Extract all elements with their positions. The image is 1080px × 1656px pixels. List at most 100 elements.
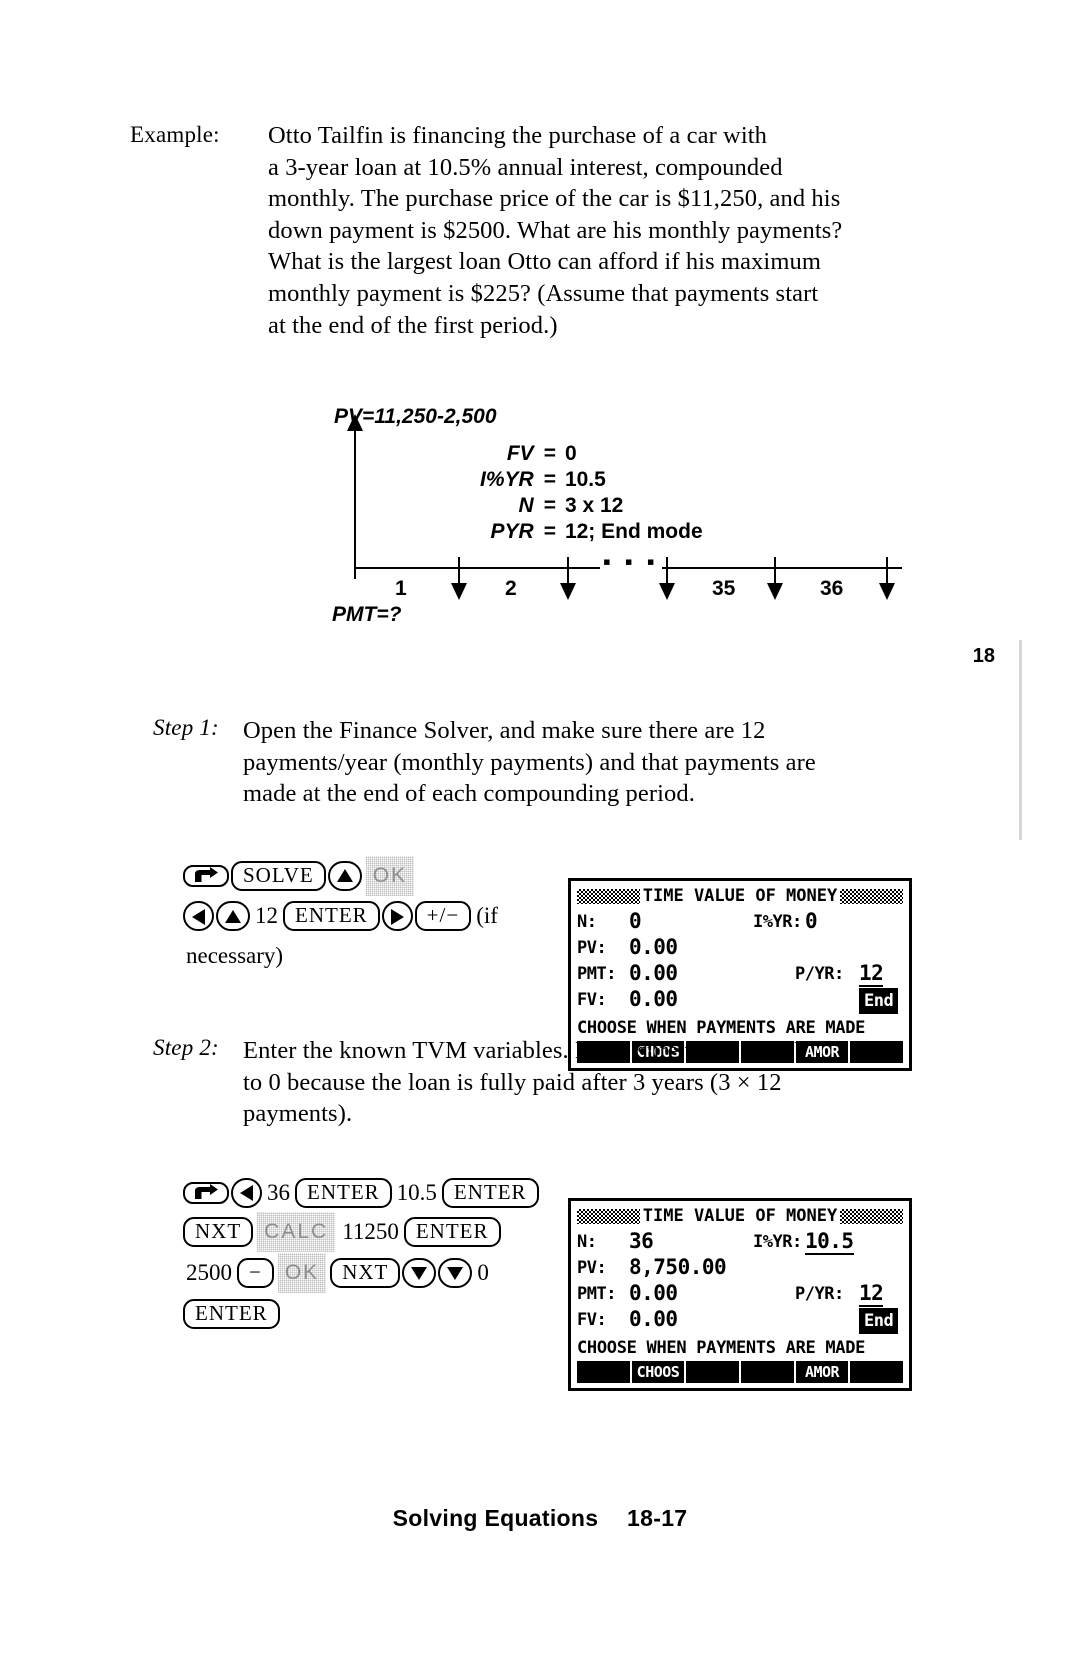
softkey-amor[interactable]: AMOR <box>795 1361 849 1383</box>
key-triangle-down[interactable] <box>402 1258 437 1289</box>
key-enter[interactable]: ENTER <box>403 1217 501 1248</box>
lcd2-row: N: 36 I%YR: 10.5 <box>577 1229 903 1255</box>
key-shift[interactable] <box>183 1181 229 1204</box>
key-triangle-right[interactable] <box>381 901 413 932</box>
lcd1-field-name: N: <box>577 912 597 932</box>
parameter-equals: = <box>543 520 556 543</box>
softkey-blank[interactable] <box>850 1361 904 1383</box>
keystroke-line: 2500− OK NXT 0 <box>182 1252 602 1293</box>
keystroke-value: 2500 <box>186 1260 232 1286</box>
payment-outflow-arrow-icon <box>560 557 576 600</box>
softkey-blank[interactable] <box>741 1361 794 1383</box>
key-triangle-up[interactable] <box>216 901 250 932</box>
example-label: Example: <box>130 122 220 147</box>
parameter-row: PYR = 12; End mode <box>480 519 703 545</box>
softkey-calc[interactable]: CALC <box>257 1212 335 1252</box>
cash-flow-diagram: PV=11,250-2,500 FV = 0 I%YR = 10.5 N = 3 x 12 PYR… <box>330 405 910 635</box>
triangle-up-icon <box>225 910 241 924</box>
lcd1-field-name: FV: <box>577 990 607 1010</box>
payment-outflow-arrow-icon <box>451 557 467 600</box>
lcd2-field-name: FV: <box>577 1310 607 1330</box>
lcd1-field-name: PMT: <box>577 964 616 984</box>
key-triangle-left[interactable] <box>183 901 214 932</box>
key-solve[interactable]: SOLVE <box>231 860 326 891</box>
parameter-row: I%YR = 10.5 <box>480 467 703 493</box>
hatch-fill-left-icon <box>577 1208 640 1224</box>
key-[interactable]: +/− <box>414 901 472 932</box>
calculator-display-2: TIME VALUE OF MONEY N: 36 I%YR: 10.5 PV: 8,75… <box>568 1198 912 1391</box>
softkey-blank[interactable] <box>686 1361 740 1383</box>
softkey-ok[interactable]: OK <box>278 1253 326 1293</box>
lcd2-field-value[interactable]: 0.00 <box>629 1281 678 1305</box>
page-footer: Solving Equations 18-17 <box>0 1505 1080 1532</box>
lcd1-field-value[interactable]: 0 <box>629 909 642 933</box>
key-enter[interactable]: ENTER <box>441 1177 539 1208</box>
step2-keystroke-sequence: 36 ENTER 10.5 ENTER NXT CALC 11250 ENTER 2500− OK… <box>182 1172 602 1331</box>
keystroke-value: 11250 <box>342 1219 399 1245</box>
parameter-value: 0 <box>564 442 577 465</box>
payment-outflow-arrow-icon <box>659 557 675 600</box>
step1-line: Open the Finance Solver, and make sure t… <box>243 717 766 744</box>
step2-line: Enter the known TVM variables. Make sure… <box>243 1037 813 1064</box>
step2-line: payments). <box>243 1100 353 1128</box>
lcd1-right-field-name: P/YR: <box>795 964 844 984</box>
key-nxt[interactable]: NXT <box>183 1217 254 1248</box>
lcd2-field-rows: N: 36 I%YR: 10.5 PV: 8,750.00 PMT: 0.00 P/YR: 12 F… <box>577 1229 903 1334</box>
parameter-name: FV <box>506 442 534 465</box>
shift-arrow-icon <box>195 1183 218 1199</box>
margin-tab-bar <box>1019 640 1022 840</box>
step2-line: to 0 because the loan is fully paid afte… <box>243 1068 782 1096</box>
lcd2-field-name: PMT: <box>577 1284 616 1304</box>
key-shift[interactable] <box>183 864 229 887</box>
keystroke-line: necessary) <box>182 935 582 975</box>
lcd2-field-value[interactable]: 0.00 <box>629 1307 678 1331</box>
lcd1-field-value[interactable]: 0.00 <box>629 935 678 959</box>
key-triangle-left[interactable] <box>231 1177 262 1208</box>
example-paragraph: Otto Tailfin is financing the purchase o… <box>268 120 968 341</box>
key-[interactable]: − <box>237 1258 274 1289</box>
lcd2-right-field-value[interactable]: End <box>859 1308 899 1334</box>
key-triangle-up[interactable] <box>327 860 362 891</box>
payment-outflow-arrow-icon <box>879 557 895 600</box>
key-enter[interactable]: ENTER <box>183 1298 280 1329</box>
lcd2-right-field-name: P/YR: <box>795 1284 844 1304</box>
softkey-ok[interactable]: OK <box>366 856 414 896</box>
lcd2-field-value[interactable]: 36 <box>629 1229 654 1253</box>
period-number: 2 <box>505 577 517 600</box>
keystroke-value: 10.5 <box>396 1179 437 1205</box>
lcd2-right-field-value[interactable]: 12 <box>859 1281 884 1307</box>
example-line: a 3-year loan at 10.5% annual interest, … <box>268 153 783 181</box>
key-enter[interactable]: ENTER <box>295 1177 392 1208</box>
lcd2-field-name: PV: <box>577 1258 607 1278</box>
lcd1-title-bar: TIME VALUE OF MONEY <box>577 885 903 907</box>
lcd2-field-value[interactable]: 8,750.00 <box>629 1255 727 1279</box>
example-line: down payment is $2500. What are his mont… <box>268 216 843 244</box>
lcd2-softkey-menu[interactable]: CHOOS AMOR <box>577 1361 904 1383</box>
softkey-blank[interactable] <box>577 1361 630 1383</box>
lcd1-row: PMT: 0.00 P/YR: 12 <box>577 961 903 987</box>
example-line: at the end of the first period.) <box>268 311 558 339</box>
lcd1-right-field-value[interactable]: 0 <box>805 909 818 933</box>
lcd2-right-field-name: I%YR: <box>753 1232 802 1252</box>
lcd1-right-field-name: I%YR: <box>753 912 802 932</box>
key-triangle-down[interactable] <box>438 1258 473 1289</box>
diagram-pmt-label: PMT=? <box>332 603 402 626</box>
parameter-row: FV = 0 <box>480 441 703 467</box>
key-nxt[interactable]: NXT <box>330 1258 401 1289</box>
parameter-value: 3 x 12 <box>564 494 624 517</box>
key-enter[interactable]: ENTER <box>283 901 380 932</box>
lcd2-row: PMT: 0.00 P/YR: 12 <box>577 1281 903 1307</box>
lcd1-field-value[interactable]: 0.00 <box>629 987 678 1011</box>
lcd1-right-field-value[interactable]: End <box>859 988 899 1014</box>
parameter-value: 12; End mode <box>564 520 703 543</box>
lcd2-title-text: TIME VALUE OF MONEY <box>642 1206 838 1226</box>
hatch-fill-right-icon <box>840 888 903 904</box>
step1-line: payments/year (monthly payments) and tha… <box>243 748 816 776</box>
parameter-value: 10.5 <box>564 468 606 491</box>
lcd2-right-field-value[interactable]: 10.5 <box>805 1229 854 1255</box>
keystroke-line: 12 ENTER +/− (if <box>182 896 582 936</box>
lcd1-field-value[interactable]: 0.00 <box>629 961 678 985</box>
lcd1-title-text: TIME VALUE OF MONEY <box>642 886 838 906</box>
softkey-choos[interactable]: CHOOS <box>631 1361 685 1383</box>
lcd1-right-field-value[interactable]: 12 <box>859 961 884 987</box>
